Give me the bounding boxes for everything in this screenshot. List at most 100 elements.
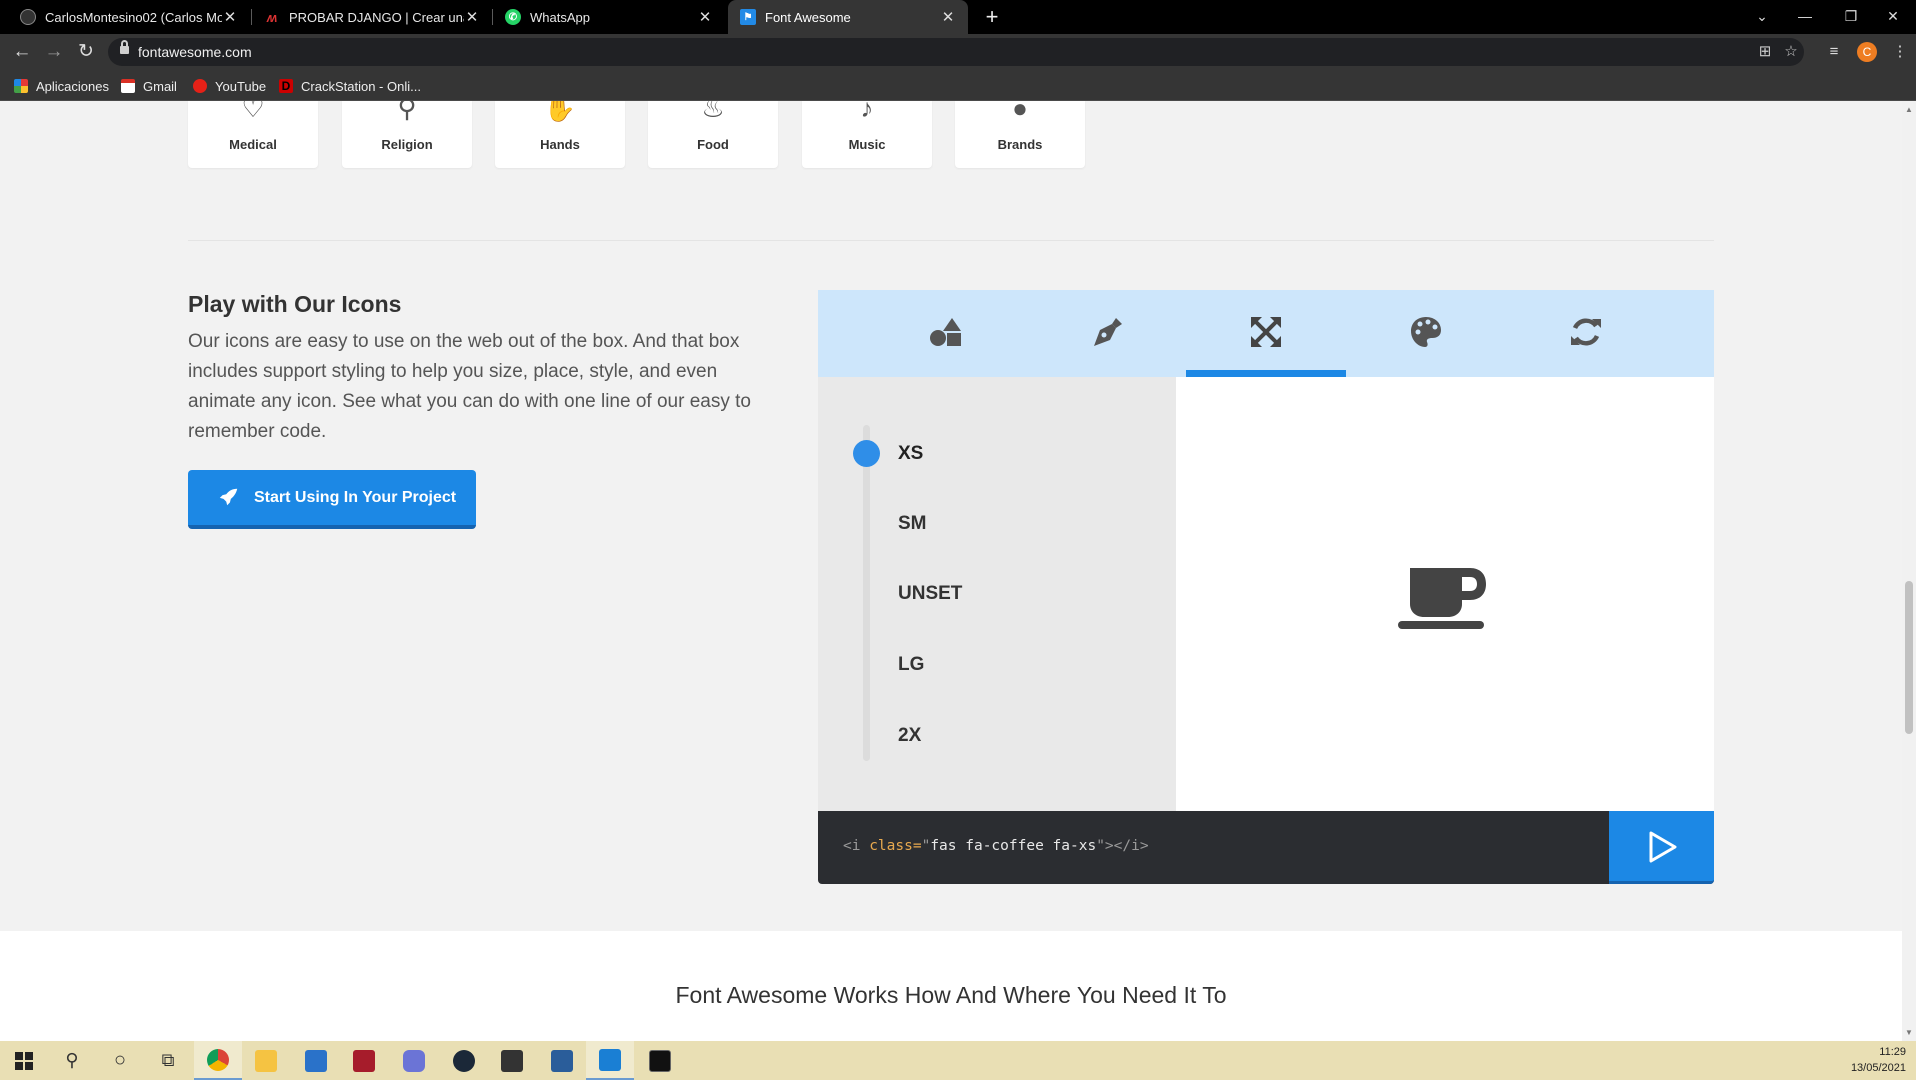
code-snippet-bar: <i class="fas fa-coffee fa-xs"></i>	[818, 811, 1714, 884]
size-option-sm[interactable]: SM	[898, 513, 927, 535]
taskbar-discord[interactable]	[390, 1041, 438, 1080]
bookmark-gmail[interactable]: Gmail	[121, 77, 177, 95]
whatsapp-icon: ✆	[505, 9, 521, 25]
translate-icon[interactable]: ⊞	[1756, 43, 1774, 61]
virtualbox-icon	[551, 1049, 573, 1072]
restore-button[interactable]: ❐	[1828, 0, 1874, 34]
close-icon[interactable]: ✕	[940, 8, 956, 26]
discord-icon	[403, 1049, 425, 1072]
sync-icon	[1571, 318, 1601, 346]
bookmark-youtube[interactable]: YouTube	[193, 77, 266, 95]
tab-font-awesome[interactable]: ⚑ Font Awesome ✕	[728, 0, 968, 34]
gmail-icon	[121, 79, 135, 93]
taskbar-mail[interactable]	[292, 1041, 340, 1080]
django-icon: ʍ	[266, 9, 278, 25]
scrollbar-thumb[interactable]	[1905, 581, 1913, 734]
category-food[interactable]: ♨ Food	[648, 101, 778, 168]
size-option-2x[interactable]: 2X	[898, 725, 921, 747]
active-tab-indicator	[1186, 370, 1346, 377]
taskbar-store[interactable]	[488, 1041, 536, 1080]
size-options-panel: XS SM UNSET LG 2X	[818, 377, 1176, 811]
address-bar[interactable]: fontawesome.com ⊞ ☆	[108, 38, 1804, 66]
search-icon[interactable]: ⚲	[48, 1041, 96, 1080]
apps-grid-icon	[14, 79, 28, 93]
taskbar-valorant[interactable]	[340, 1041, 388, 1080]
taskbar-steam[interactable]	[440, 1041, 488, 1080]
bookmark-star-icon[interactable]: ☆	[1782, 43, 1800, 61]
start-using-button[interactable]: Start Using In Your Project	[188, 470, 476, 529]
close-icon[interactable]: ✕	[222, 8, 238, 26]
medical-icon: ♡	[241, 101, 265, 123]
section-divider	[188, 240, 1714, 241]
category-medical[interactable]: ♡ Medical	[188, 101, 318, 168]
menu-kebab-icon[interactable]: ⋮	[1888, 40, 1912, 64]
close-icon[interactable]: ✕	[697, 8, 713, 26]
size-option-unset[interactable]: UNSET	[898, 583, 962, 605]
size-option-xs[interactable]: XS	[898, 443, 923, 465]
size-slider-track[interactable]	[863, 425, 870, 761]
expand-arrows-icon	[1251, 317, 1281, 347]
tab-sync[interactable]	[1506, 290, 1666, 377]
tab-expand-arrows[interactable]	[1186, 290, 1346, 377]
tab-search-button[interactable]: ⌄	[1739, 0, 1785, 34]
works-title: Font Awesome Works How And Where You Nee…	[675, 982, 1227, 1008]
tab-github[interactable]: CarlosMontesino02 (Carlos Mont ✕	[8, 0, 250, 34]
play-description: Our icons are easy to use on the web out…	[188, 331, 751, 442]
works-section: Font Awesome Works How And Where You Nee…	[0, 931, 1902, 1041]
tab-pen-nib[interactable]	[1026, 290, 1186, 377]
category-music[interactable]: ♪ Music	[802, 101, 932, 168]
vscode-icon	[599, 1048, 621, 1071]
browser-tab-strip: CarlosMontesino02 (Carlos Mont ✕ ʍ PROBA…	[0, 0, 1916, 34]
task-view-icon[interactable]: ⧉	[144, 1041, 192, 1080]
taskbar-chrome[interactable]	[194, 1041, 242, 1080]
icon-preview-area	[1176, 377, 1714, 811]
youtube-icon	[193, 79, 207, 93]
page-content: ♡ Medical ⚲ Religion ✋ Hands ♨ Food ♪ Mu…	[0, 101, 1902, 1041]
bookmark-crackstation[interactable]: D CrackStation - Onli...	[279, 77, 421, 95]
taskbar-file-explorer[interactable]	[242, 1041, 290, 1080]
tab-palette[interactable]	[1346, 290, 1506, 377]
tab-shapes[interactable]	[866, 290, 1026, 377]
cortana-icon[interactable]: ○	[96, 1041, 144, 1080]
steam-icon	[453, 1049, 475, 1072]
play-icon	[1649, 831, 1677, 863]
size-slider-handle[interactable]	[853, 440, 880, 467]
code-snippet[interactable]: <i class="fas fa-coffee fa-xs"></i>	[843, 838, 1149, 854]
system-clock[interactable]: 11:29 13/05/2021	[1851, 1044, 1906, 1076]
url-text: fontawesome.com	[138, 44, 252, 60]
close-icon[interactable]: ✕	[464, 8, 480, 26]
windows-taskbar: ⚲ ○ ⧉ 11:29 13/05/2021	[0, 1041, 1916, 1080]
back-button[interactable]: ←	[8, 39, 36, 65]
size-option-lg[interactable]: LG	[898, 654, 924, 676]
playground-tabs	[818, 290, 1714, 377]
valorant-icon	[353, 1049, 375, 1072]
tab-whatsapp[interactable]: ✆ WhatsApp ✕	[493, 0, 725, 34]
category-brands[interactable]: ● Brands	[955, 101, 1085, 168]
shapes-icon	[930, 318, 961, 346]
close-window-button[interactable]: ✕	[1870, 0, 1916, 34]
profile-avatar[interactable]: C	[1857, 42, 1877, 62]
category-hands[interactable]: ✋ Hands	[495, 101, 625, 168]
run-button[interactable]	[1609, 811, 1714, 884]
taskbar-vscode[interactable]	[586, 1041, 634, 1080]
media-queue-icon[interactable]: ≡	[1822, 40, 1846, 64]
start-button[interactable]	[0, 1041, 48, 1080]
category-religion[interactable]: ⚲ Religion	[342, 101, 472, 168]
mail-icon	[305, 1049, 327, 1072]
terminal-icon	[649, 1049, 671, 1072]
music-icon: ♪	[860, 101, 874, 123]
new-tab-button[interactable]: +	[978, 3, 1006, 31]
forward-button[interactable]: →	[40, 39, 68, 65]
reload-button[interactable]: ↻	[72, 39, 100, 65]
taskbar-terminal[interactable]	[636, 1041, 684, 1080]
minimize-button[interactable]: —	[1782, 0, 1828, 34]
bookmark-apps[interactable]: Aplicaciones	[14, 77, 109, 95]
palette-icon	[1411, 317, 1441, 347]
address-toolbar: ← → ↻ fontawesome.com ⊞ ☆ ≡ C ⋮	[0, 34, 1916, 70]
page-scrollbar[interactable]: ▲ ▼	[1902, 101, 1916, 1041]
taskbar-virtualbox[interactable]	[538, 1041, 586, 1080]
hands-icon: ✋	[543, 101, 577, 123]
lock-icon	[120, 40, 129, 54]
flag-icon: ⚑	[740, 9, 756, 25]
tab-django[interactable]: ʍ PROBAR DJANGO | Crear una Ap ✕	[252, 0, 492, 34]
